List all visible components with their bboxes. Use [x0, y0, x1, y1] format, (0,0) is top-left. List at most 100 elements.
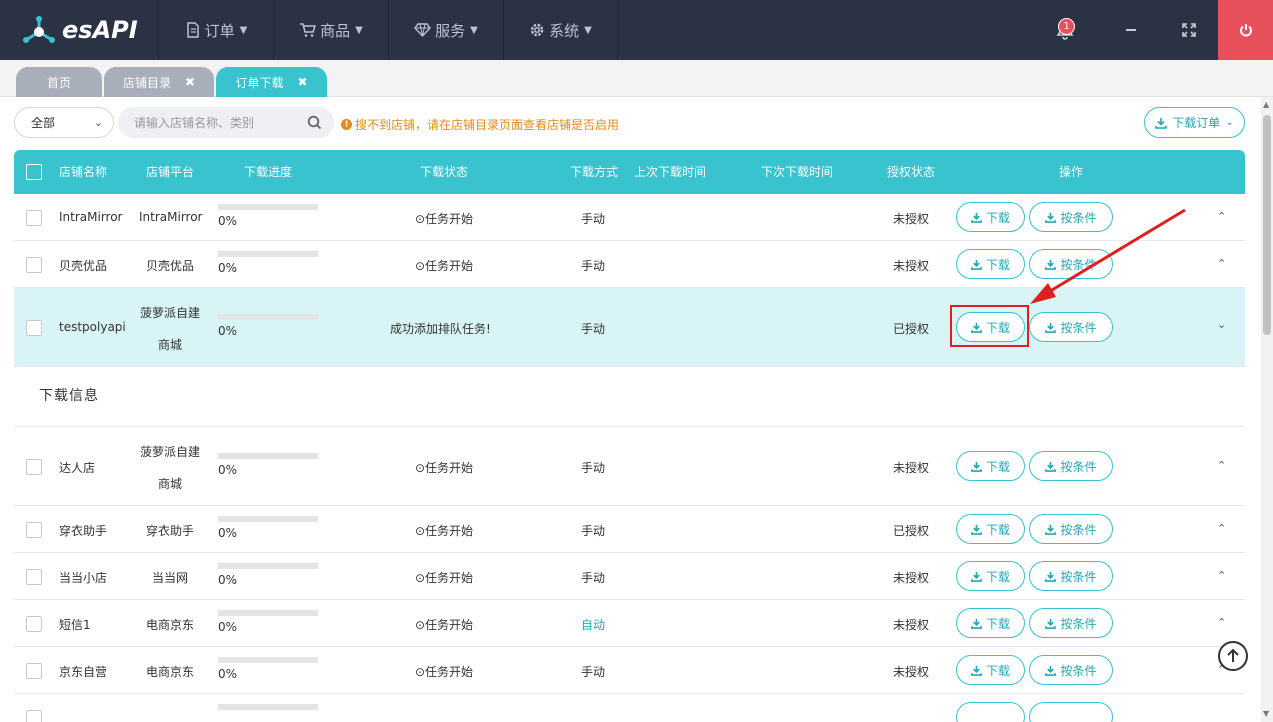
nav-services-label: 服务 [435, 21, 466, 40]
app-logo[interactable]: esAPI [20, 12, 138, 48]
auth-status: 未授权 [893, 618, 930, 632]
select-all-checkbox[interactable] [26, 164, 42, 180]
download-button-label: 下载 [985, 663, 1010, 678]
progress-bar [218, 563, 318, 569]
row-checkbox[interactable] [26, 663, 42, 679]
chevron-up-icon[interactable]: ⌃ [1217, 210, 1226, 223]
download-button[interactable]: 下载 [956, 655, 1025, 685]
condition-download-button[interactable]: 按条件 [1029, 655, 1113, 685]
condition-button-label: 按条件 [1060, 569, 1097, 584]
download-button[interactable]: 下载 [956, 451, 1025, 481]
minimize-button[interactable] [1102, 0, 1160, 60]
store-name: IntraMirror [59, 210, 123, 224]
scroll-down-icon[interactable]: ▼ [1263, 709, 1269, 718]
chevron-up-icon[interactable]: ⌃ [1217, 459, 1226, 472]
download-button[interactable]: 下载 [956, 514, 1025, 544]
download-button[interactable]: 下载 [956, 249, 1025, 279]
table-header: 店铺名称 店铺平台 下载进度 下载状态 下载方式 上次下载时间 下次下载时间 授… [14, 150, 1245, 194]
chevron-up-icon[interactable]: ⌃ [1217, 522, 1226, 535]
table-row[interactable]: 京东自营 电商京东 0% ⊙任务开始 手动 未授权 下载 按条件 ⌃ [14, 647, 1245, 694]
condition-download-button[interactable]: 按条件 [1029, 608, 1113, 638]
diamond-icon [414, 23, 432, 38]
condition-download-button[interactable]: 按条件 [1029, 514, 1113, 544]
tab-order-download-label: 订单下载 [235, 75, 284, 90]
chevron-up-icon[interactable]: ⌃ [1217, 257, 1226, 270]
table-row[interactable]: 穿衣助手 穿衣助手 0% ⊙任务开始 手动 已授权 下载 按条件 ⌃ [14, 506, 1245, 553]
row-checkbox[interactable] [26, 459, 42, 475]
progress-bar [218, 453, 318, 459]
download-icon [971, 665, 982, 676]
chevron-up-icon[interactable]: ⌃ [1217, 569, 1226, 582]
row-checkbox[interactable] [26, 320, 42, 336]
condition-download-button[interactable] [1029, 702, 1113, 722]
progress-text: 0% [218, 573, 238, 587]
notification-button[interactable]: 1 [1027, 0, 1102, 60]
gear-icon [530, 23, 544, 37]
tab-home[interactable]: 首页 [16, 67, 102, 97]
row-checkbox[interactable] [26, 616, 42, 632]
col-last-download: 上次下载时间 [634, 165, 707, 179]
store-name: 京东自营 [59, 665, 108, 679]
tab-store-directory[interactable]: 店铺目录 ✖ [104, 67, 214, 97]
nav-products-label: 商品 [320, 21, 351, 40]
download-status: ⊙任务开始 [415, 571, 474, 585]
scrollbar-thumb[interactable] [1263, 115, 1271, 335]
store-platform: 电商京东 [146, 665, 195, 679]
download-icon [971, 212, 982, 223]
row-checkbox[interactable] [26, 210, 42, 226]
fullscreen-button[interactable] [1160, 0, 1218, 60]
close-icon[interactable]: ✖ [185, 75, 195, 89]
row-checkbox[interactable] [26, 710, 42, 722]
tab-bar: 首页 店铺目录 ✖ 订单下载 ✖ [0, 60, 1273, 97]
power-button[interactable] [1218, 0, 1273, 60]
search-input[interactable] [118, 107, 298, 138]
download-icon [1155, 117, 1168, 129]
row-checkbox[interactable] [26, 257, 42, 273]
progress-bar [218, 516, 318, 522]
category-select[interactable]: 全部 ⌄ [14, 107, 114, 138]
condition-download-button[interactable]: 按条件 [1029, 561, 1113, 591]
back-to-top-button[interactable] [1218, 641, 1248, 671]
progress-bar [218, 251, 318, 257]
download-button[interactable]: 下载 [956, 202, 1025, 232]
progress-text: 0% [218, 620, 238, 634]
table-row[interactable]: 短信1 电商京东 0% ⊙任务开始 自动 未授权 下载 按条件 ⌃ [14, 600, 1245, 647]
row-checkbox[interactable] [26, 569, 42, 585]
nav-system[interactable]: 系统 ▼ [503, 0, 618, 60]
download-button[interactable]: 下载 [956, 561, 1025, 591]
nav-orders[interactable]: 订单 ▼ [158, 0, 273, 60]
cart-icon [300, 23, 317, 37]
store-name: 短信1 [59, 618, 91, 632]
table-row[interactable]: 当当小店 当当网 0% ⊙任务开始 手动 未授权 下载 按条件 ⌃ [14, 553, 1245, 600]
header-actions: 1 [1027, 0, 1273, 60]
download-button[interactable] [956, 702, 1025, 722]
search-icon[interactable] [307, 115, 322, 130]
download-order-button[interactable]: 下载订单 ⌄ [1144, 107, 1245, 138]
category-select-value: 全部 [31, 116, 56, 130]
condition-download-button[interactable]: 按条件 [1029, 312, 1113, 342]
download-button[interactable]: 下载 [956, 608, 1025, 638]
chevron-down-icon[interactable]: ⌄ [1217, 318, 1226, 331]
download-icon [971, 618, 982, 629]
table-row[interactable]: 达人店 菠萝派自建 商城 0% ⊙任务开始 手动 未授权 下载 按条件 ⌃ [14, 427, 1245, 506]
vertical-scrollbar[interactable]: ▲ ▼ [1261, 97, 1273, 722]
row-checkbox[interactable] [26, 522, 42, 538]
auth-status: 未授权 [893, 571, 930, 585]
download-status: ⊙任务开始 [415, 665, 474, 679]
expand-icon [1182, 23, 1196, 37]
annotation-arrow-icon [1030, 208, 1186, 304]
chevron-up-icon[interactable]: ⌃ [1217, 616, 1226, 629]
nav-system-label: 系统 [549, 21, 580, 40]
nav-services[interactable]: 服务 ▼ [388, 0, 503, 60]
table-row-partial[interactable] [14, 694, 1245, 722]
filter-toolbar: 全部 ⌄ ! 搜不到店铺，请在店铺目录页面查看店铺是否启用 下载订单 ⌄ [0, 97, 1273, 149]
nav-products[interactable]: 商品 ▼ [273, 0, 388, 60]
close-icon[interactable]: ✖ [297, 75, 307, 89]
scroll-up-icon[interactable]: ▲ [1263, 100, 1269, 109]
store-platform-line2: 商城 [158, 477, 183, 491]
tab-order-download[interactable]: 订单下载 ✖ [216, 67, 327, 97]
download-icon [971, 571, 982, 582]
auth-status: 未授权 [893, 665, 930, 679]
chevron-down-icon: ⌄ [1225, 117, 1234, 128]
condition-download-button[interactable]: 按条件 [1029, 451, 1113, 481]
